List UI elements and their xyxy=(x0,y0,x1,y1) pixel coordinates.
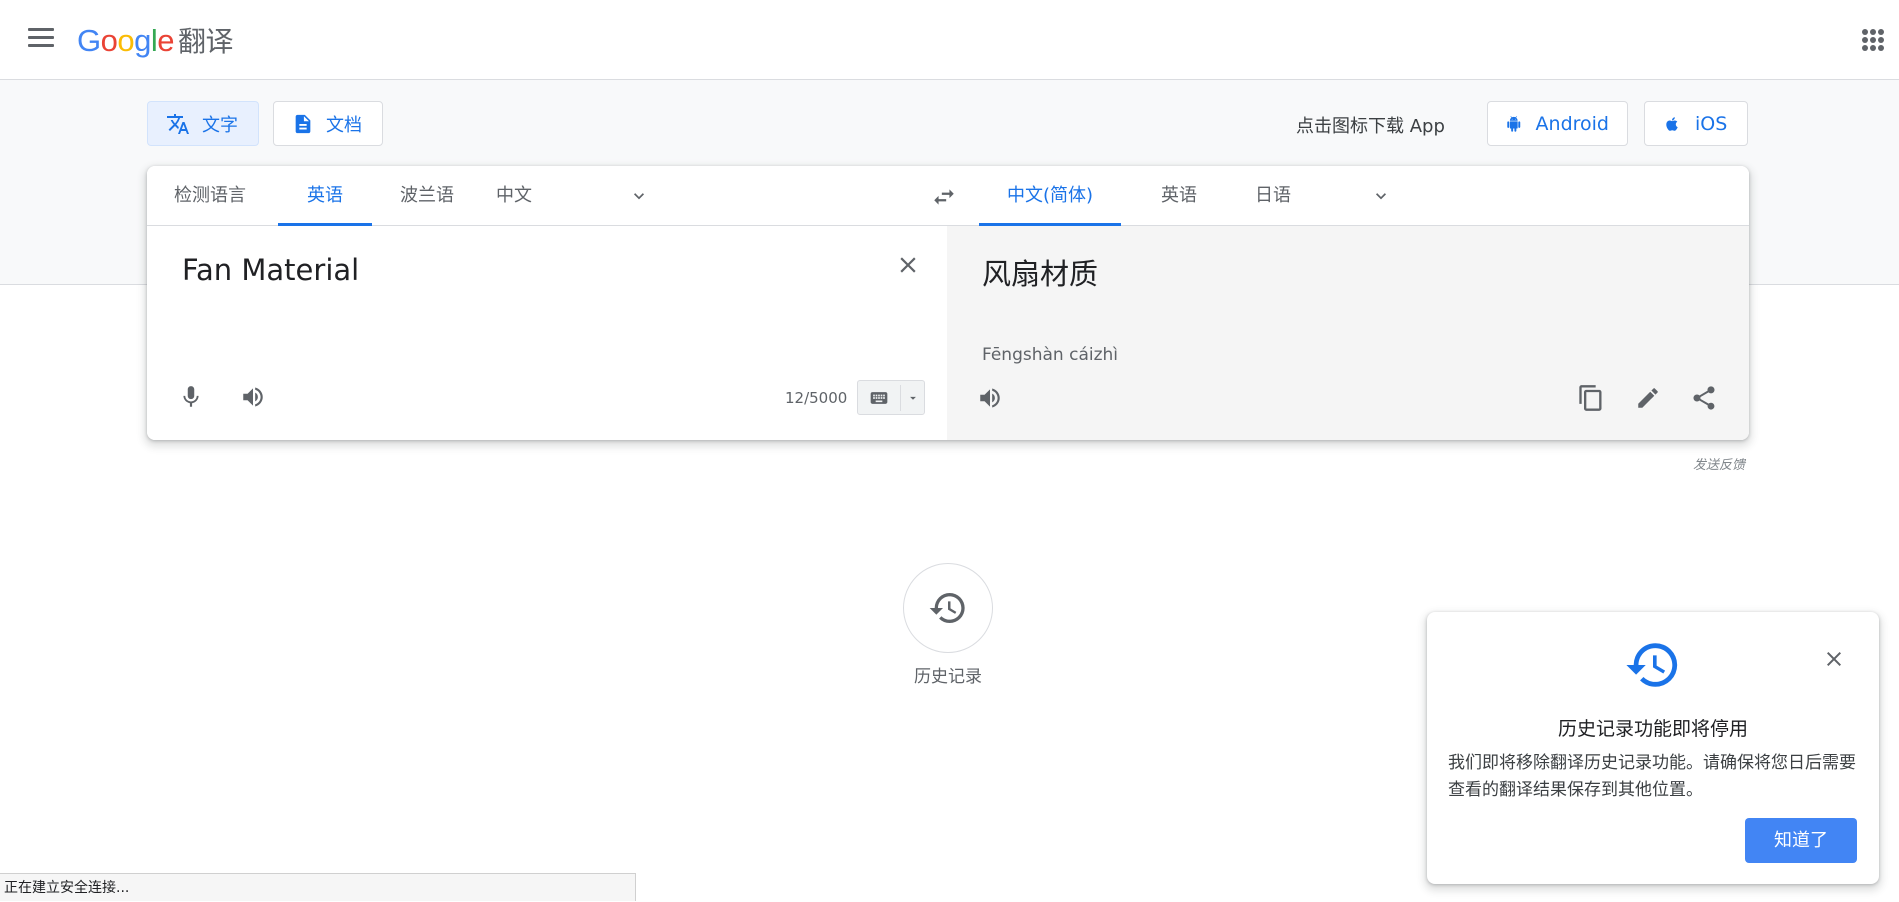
source-pane: Fan Material 12/5000 xyxy=(147,226,947,440)
android-icon xyxy=(1507,115,1521,132)
send-feedback-link[interactable]: 发送反馈 xyxy=(1693,454,1745,473)
top-bar: Google 翻译 xyxy=(0,0,1899,80)
google-apps-icon[interactable] xyxy=(1862,29,1884,51)
document-mode-button[interactable]: 文档 xyxy=(273,101,383,146)
source-text-input[interactable]: Fan Material xyxy=(182,253,359,287)
copy-translation-icon[interactable] xyxy=(1577,384,1605,412)
source-lang-tab-english[interactable]: 英语 xyxy=(278,166,372,226)
browser-status-bar: 正在建立安全连接... xyxy=(0,873,636,901)
history-label: 历史记录 xyxy=(914,667,982,687)
swap-languages-icon[interactable] xyxy=(931,184,957,210)
ios-app-button[interactable]: iOS xyxy=(1644,101,1748,146)
notice-body: 我们即将移除翻译历史记录功能。请确保将您日后需要查看的翻译结果保存到其他位置。 xyxy=(1448,753,1856,800)
close-notice-icon[interactable] xyxy=(1822,647,1846,671)
language-bar: 检测语言 英语 波兰语 中文 中文(简体) 英语 日语 xyxy=(147,166,1749,226)
target-pane: 风扇材质 Fēngshàn cáizhì xyxy=(947,226,1749,440)
history-deprecation-notice: 历史记录功能即将停用 我们即将移除翻译历史记录功能。请确保将您日后需要查看的翻译… xyxy=(1427,612,1879,884)
text-mode-label: 文字 xyxy=(202,114,238,136)
google-translate-logo[interactable]: Google 翻译 xyxy=(77,20,234,60)
document-icon xyxy=(295,114,311,133)
edit-translation-pencil-icon[interactable] xyxy=(1635,385,1661,411)
target-lang-tab-japanese[interactable]: 日语 xyxy=(1237,166,1309,226)
source-listen-speaker-icon[interactable] xyxy=(240,384,266,410)
share-translation-icon[interactable] xyxy=(1690,384,1718,412)
source-lang-tab-chinese[interactable]: 中文 xyxy=(481,166,547,226)
target-lang-tab-chinese-simplified[interactable]: 中文(简体) xyxy=(979,166,1121,226)
history-button[interactable] xyxy=(903,563,993,653)
translated-text: 风扇材质 xyxy=(982,257,1099,291)
translation-card: 检测语言 英语 波兰语 中文 中文(简体) 英语 日语 Fan Material… xyxy=(147,166,1749,440)
target-more-languages-chevron-icon[interactable] xyxy=(1371,186,1391,206)
got-it-button[interactable]: 知道了 xyxy=(1745,818,1857,863)
source-more-languages-chevron-icon[interactable] xyxy=(629,186,649,206)
input-tools-keyboard-button[interactable] xyxy=(857,380,925,415)
keyboard-icon xyxy=(870,392,888,404)
android-label: Android xyxy=(1535,112,1609,135)
product-name: 翻译 xyxy=(178,25,234,58)
notice-title: 历史记录功能即将停用 xyxy=(1557,718,1748,740)
ios-label: iOS xyxy=(1695,112,1728,135)
apple-icon xyxy=(1666,116,1678,131)
android-app-button[interactable]: Android xyxy=(1487,101,1628,146)
history-icon xyxy=(1626,643,1678,687)
text-mode-button[interactable]: 文字 xyxy=(147,101,259,146)
document-mode-label: 文档 xyxy=(326,114,362,136)
character-count: 12/5000 xyxy=(785,389,848,407)
target-lang-tab-english[interactable]: 英语 xyxy=(1143,166,1215,226)
translate-icon xyxy=(167,113,189,134)
source-lang-tab-polish[interactable]: 波兰语 xyxy=(385,166,469,226)
target-listen-speaker-icon[interactable] xyxy=(977,385,1003,411)
transliteration-text: Fēngshàn cáizhì xyxy=(982,345,1119,365)
source-lang-tab-detect[interactable]: 检测语言 xyxy=(161,166,259,226)
input-tools-dropdown-icon[interactable] xyxy=(905,391,921,405)
clear-source-icon[interactable] xyxy=(895,252,921,278)
microphone-icon[interactable] xyxy=(178,384,204,410)
app-download-prompt: 点击图标下载 App xyxy=(1296,116,1445,137)
hamburger-menu-icon[interactable] xyxy=(28,28,54,50)
history-icon xyxy=(929,593,965,623)
